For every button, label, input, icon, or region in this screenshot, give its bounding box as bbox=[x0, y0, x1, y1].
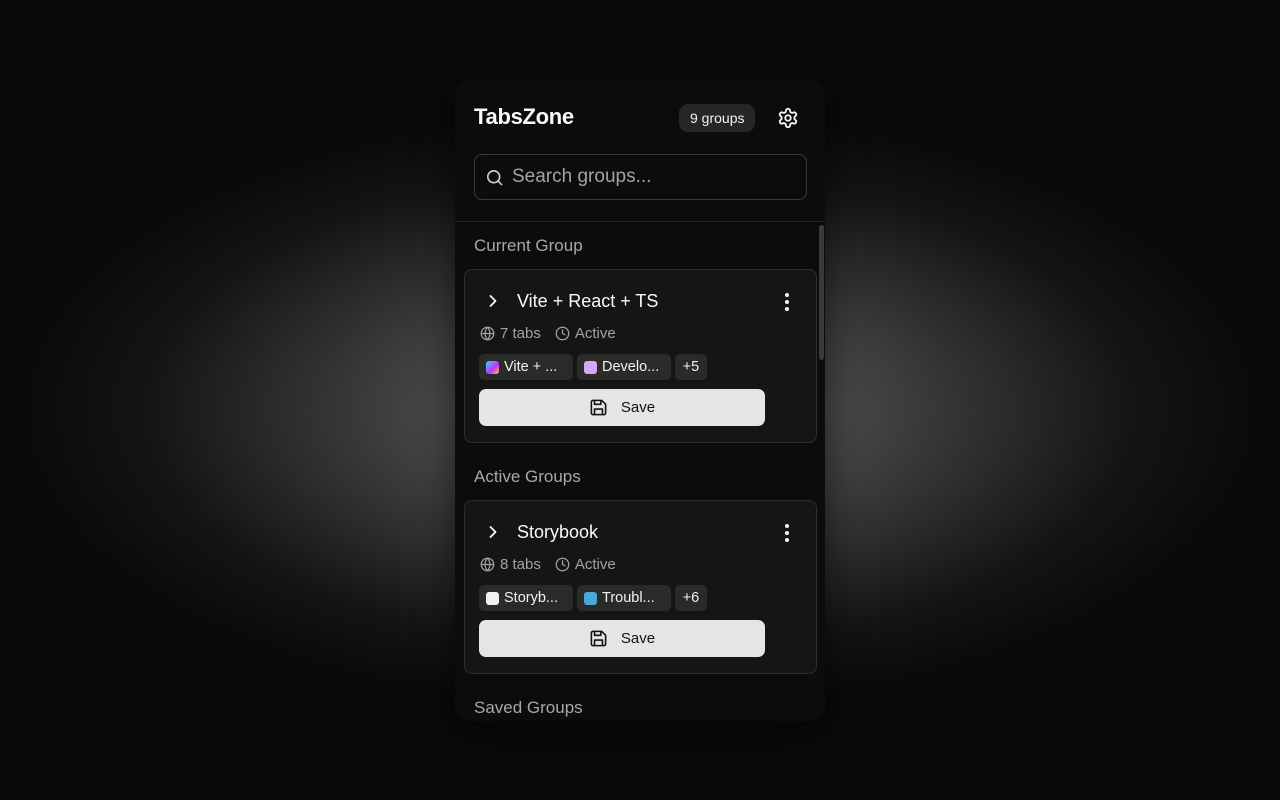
group-title[interactable]: Storybook bbox=[517, 522, 598, 543]
group-meta: 7 tabs Active bbox=[480, 324, 630, 342]
tab-chip-label: Vite + ... bbox=[504, 359, 558, 375]
save-button-label: Save bbox=[620, 630, 656, 647]
search-icon bbox=[486, 169, 503, 186]
more-vertical-icon[interactable] bbox=[777, 290, 797, 314]
tab-chip[interactable]: Develo... bbox=[577, 354, 671, 380]
tab-chip[interactable]: Vite + ... bbox=[479, 354, 573, 380]
storybook-favicon-icon bbox=[486, 591, 499, 605]
group-count-badge: 9 groups bbox=[679, 104, 756, 132]
save-button[interactable]: Save bbox=[479, 620, 765, 657]
tabszone-popup: TabsZone 9 groups Current Group Vite + R… bbox=[455, 79, 825, 721]
clock-icon bbox=[555, 326, 570, 340]
chevron-right-icon[interactable] bbox=[483, 291, 503, 311]
section-active-groups: Active Groups bbox=[474, 467, 581, 486]
more-tabs-chip[interactable]: +6 bbox=[675, 585, 707, 611]
search-box[interactable] bbox=[474, 154, 807, 200]
tab-count: 7 tabs bbox=[500, 324, 541, 342]
scrollbar-thumb[interactable] bbox=[819, 225, 824, 360]
tab-count: 8 tabs bbox=[500, 555, 541, 573]
tab-chip-label: Troubl... bbox=[602, 590, 655, 606]
globe-icon bbox=[480, 326, 495, 340]
group-status: Active bbox=[574, 324, 616, 342]
globe-icon bbox=[480, 557, 495, 571]
save-button[interactable]: Save bbox=[479, 389, 765, 426]
save-button-label: Save bbox=[620, 399, 656, 416]
tab-chips: Vite + ... Develo... +5 bbox=[479, 354, 711, 380]
group-meta: 8 tabs Active bbox=[480, 555, 630, 573]
group-card: Vite + React + TS 7 tabs Active Vite + .… bbox=[464, 269, 817, 443]
tab-chips: Storyb... Troubl... +6 bbox=[479, 585, 711, 611]
tab-chip-label: Storyb... bbox=[504, 590, 558, 606]
search-input[interactable] bbox=[512, 155, 798, 199]
more-tabs-chip[interactable]: +5 bbox=[675, 354, 707, 380]
help-favicon-icon bbox=[584, 591, 597, 605]
header: TabsZone 9 groups bbox=[474, 103, 806, 133]
header-divider bbox=[455, 221, 825, 222]
chevron-right-icon[interactable] bbox=[483, 522, 503, 542]
section-saved-groups: Saved Groups bbox=[474, 698, 583, 717]
gear-icon[interactable] bbox=[777, 107, 799, 129]
tab-chip-label: Develo... bbox=[602, 359, 660, 375]
section-current-group: Current Group bbox=[474, 236, 583, 255]
tab-chip[interactable]: Troubl... bbox=[577, 585, 671, 611]
clock-icon bbox=[555, 557, 570, 571]
tab-chip[interactable]: Storyb... bbox=[479, 585, 573, 611]
group-status: Active bbox=[574, 555, 616, 573]
floppy-disk-icon bbox=[590, 630, 607, 647]
vite-favicon-icon bbox=[486, 360, 499, 374]
floppy-disk-icon bbox=[590, 399, 607, 416]
app-title: TabsZone bbox=[474, 104, 574, 129]
group-card: Storybook 8 tabs Active Storyb... Troubl… bbox=[464, 500, 817, 674]
puzzle-favicon-icon bbox=[584, 360, 597, 374]
more-vertical-icon[interactable] bbox=[777, 521, 797, 545]
group-title[interactable]: Vite + React + TS bbox=[517, 291, 658, 312]
